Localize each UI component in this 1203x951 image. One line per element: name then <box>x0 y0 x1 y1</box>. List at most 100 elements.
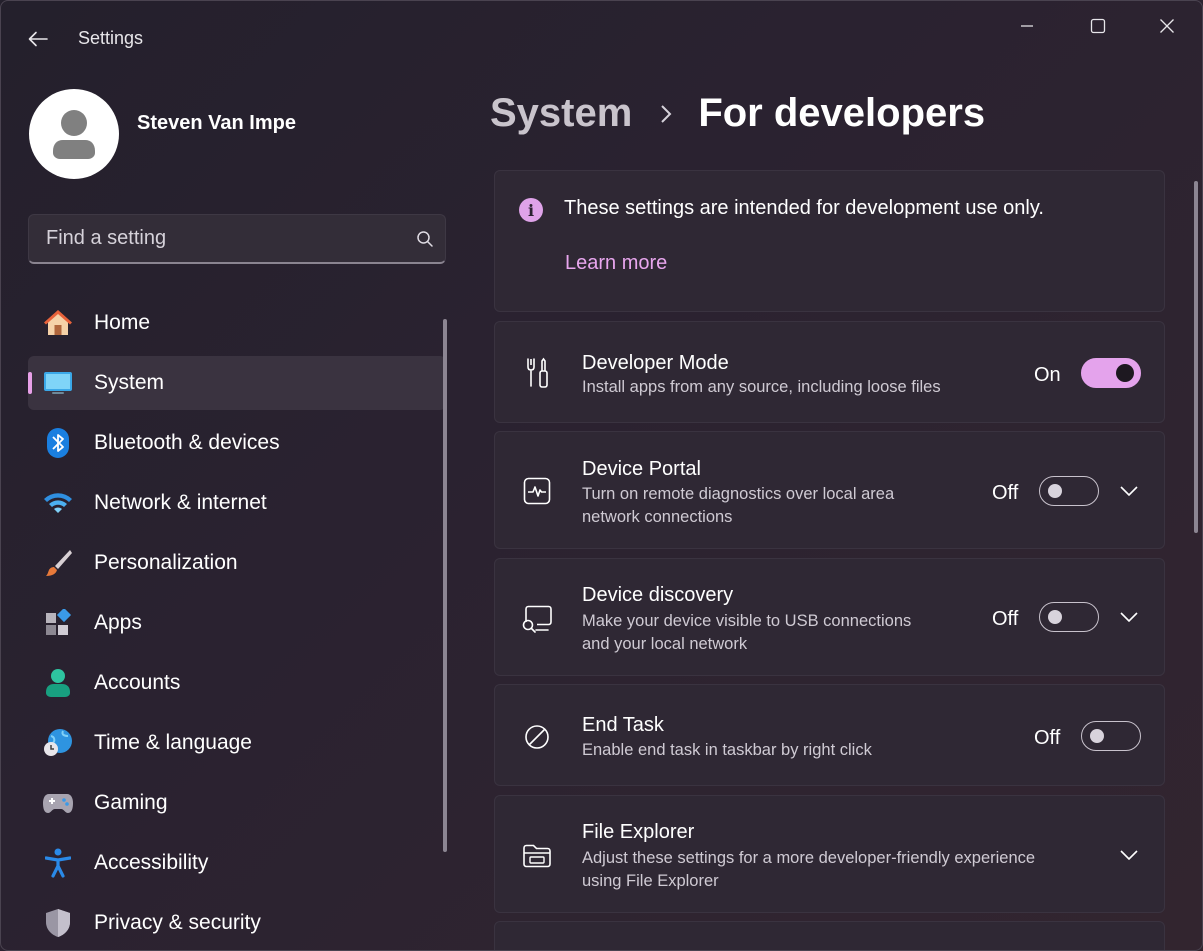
toggle-state-label: On <box>1034 364 1061 386</box>
chevron-down-icon <box>1120 486 1138 496</box>
setting-file-explorer[interactable]: File Explorer Adjust these settings for … <box>494 795 1165 913</box>
settings-window: Settings Steven Van Impe Find a setting … <box>0 0 1203 951</box>
sidebar-item-network[interactable]: Network & internet <box>28 476 446 530</box>
expand-button[interactable] <box>1114 476 1144 506</box>
sidebar-item-label: Bluetooth & devices <box>94 431 280 454</box>
learn-more-link[interactable]: Learn more <box>565 252 667 275</box>
apps-icon <box>42 607 74 639</box>
minimize-button[interactable] <box>1004 9 1050 43</box>
setting-description: Adjust these settings for a more develop… <box>582 849 1036 867</box>
setting-description-line2: using File Explorer <box>582 872 719 890</box>
maximize-icon <box>1090 18 1106 34</box>
sidebar-item-label: System <box>94 371 165 394</box>
sidebar-item-privacy[interactable]: Privacy & security <box>28 896 446 950</box>
sidebar-item-home[interactable]: Home <box>28 296 446 350</box>
minimize-icon <box>1021 25 1033 27</box>
end-task-toggle[interactable] <box>1081 721 1141 751</box>
sidebar-item-time-language[interactable]: Time & language <box>28 716 446 770</box>
avatar <box>29 89 119 179</box>
setting-description: Enable end task in taskbar by right clic… <box>582 741 872 759</box>
device-portal-toggle[interactable] <box>1039 476 1099 506</box>
app-title: Settings <box>78 28 144 48</box>
setting-device-portal[interactable]: Device Portal Turn on remote diagnostics… <box>494 431 1165 549</box>
sidebar-item-accessibility[interactable]: Accessibility <box>28 836 446 890</box>
setting-title: File Explorer <box>582 821 695 843</box>
profile-name: Steven Van Impe <box>137 111 296 134</box>
setting-description: Turn on remote diagnostics over local ar… <box>582 485 895 503</box>
setting-title: Device discovery <box>582 584 734 606</box>
search-input[interactable] <box>29 227 405 250</box>
search-button[interactable] <box>405 230 445 248</box>
close-icon <box>1160 19 1174 33</box>
device-discovery-toggle[interactable] <box>1039 602 1099 632</box>
search-icon <box>417 230 433 247</box>
chevron-down-icon <box>1120 612 1138 622</box>
chevron-down-icon <box>1120 850 1138 860</box>
accessibility-icon <box>42 847 74 879</box>
sidebar-scrollbar[interactable] <box>443 319 447 852</box>
chevron-right-icon <box>660 104 672 124</box>
device-portal-icon <box>521 475 553 507</box>
end-task-icon <box>521 721 553 753</box>
user-profile[interactable]: Steven Van Impe <box>29 89 296 179</box>
sidebar-item-label: Gaming <box>94 791 168 814</box>
setting-title: Developer Mode <box>582 352 729 374</box>
person-icon <box>53 110 95 159</box>
sidebar-item-apps[interactable]: Apps <box>28 596 446 650</box>
monitor-icon <box>42 367 74 399</box>
developer-mode-toggle[interactable] <box>1081 358 1141 388</box>
info-banner: i These settings are intended for develo… <box>494 170 1165 312</box>
breadcrumb-parent[interactable]: System <box>490 91 632 136</box>
setting-next-card[interactable] <box>494 921 1165 950</box>
toggle-state-label: Off <box>1034 727 1061 749</box>
sidebar-item-label: Accessibility <box>94 851 209 874</box>
close-button[interactable] <box>1144 9 1190 43</box>
device-discovery-icon <box>521 603 553 635</box>
back-arrow-icon <box>28 31 48 47</box>
globe-clock-icon <box>42 727 74 759</box>
toggle-state-label: Off <box>992 608 1019 630</box>
setting-title: Device Portal <box>582 458 701 480</box>
breadcrumb: System For developers <box>490 91 985 136</box>
wifi-icon <box>42 487 74 519</box>
setting-description-line2: and your local network <box>582 635 748 653</box>
sidebar-item-label: Personalization <box>94 551 238 574</box>
sidebar-item-label: Time & language <box>94 731 252 754</box>
maximize-button[interactable] <box>1075 9 1121 43</box>
home-icon <box>42 307 74 339</box>
sidebar-item-bluetooth[interactable]: Bluetooth & devices <box>28 416 446 470</box>
sidebar-item-label: Privacy & security <box>94 911 261 934</box>
expand-button[interactable] <box>1114 840 1144 870</box>
setting-description: Install apps from any source, including … <box>582 378 941 396</box>
sidebar-item-accounts[interactable]: Accounts <box>28 656 446 710</box>
paintbrush-icon <box>42 547 74 579</box>
sidebar-item-personalization[interactable]: Personalization <box>28 536 446 590</box>
account-icon <box>42 667 74 699</box>
folder-icon <box>521 840 553 872</box>
sidebar-item-label: Network & internet <box>94 491 267 514</box>
toggle-state-label: Off <box>992 482 1019 504</box>
setting-developer-mode: Developer Mode Install apps from any sou… <box>494 321 1165 423</box>
shield-icon <box>42 907 74 939</box>
sidebar-item-label: Apps <box>94 611 142 634</box>
setting-description: Make your device visible to USB connecti… <box>582 612 912 630</box>
info-icon: i <box>519 198 543 222</box>
info-text: These settings are intended for developm… <box>564 197 1044 219</box>
setting-end-task: End Task Enable end task in taskbar by r… <box>494 684 1165 786</box>
setting-device-discovery[interactable]: Device discovery Make your device visibl… <box>494 558 1165 676</box>
bluetooth-icon <box>42 427 74 459</box>
search-box <box>28 214 446 264</box>
expand-button[interactable] <box>1114 602 1144 632</box>
gamepad-icon <box>42 787 74 819</box>
page-title: For developers <box>698 91 986 135</box>
sidebar-item-label: Accounts <box>94 671 181 694</box>
sidebar-nav: Home System Bluetooth & devices Network … <box>28 296 446 950</box>
sidebar-item-gaming[interactable]: Gaming <box>28 776 446 830</box>
setting-description-line2: network connections <box>582 508 733 526</box>
sidebar-item-label: Home <box>94 311 151 334</box>
developer-tools-icon <box>521 357 553 389</box>
back-button[interactable] <box>19 23 57 55</box>
setting-title: End Task <box>582 714 664 736</box>
main-scrollbar[interactable] <box>1194 181 1198 533</box>
sidebar-item-system[interactable]: System <box>28 356 446 410</box>
